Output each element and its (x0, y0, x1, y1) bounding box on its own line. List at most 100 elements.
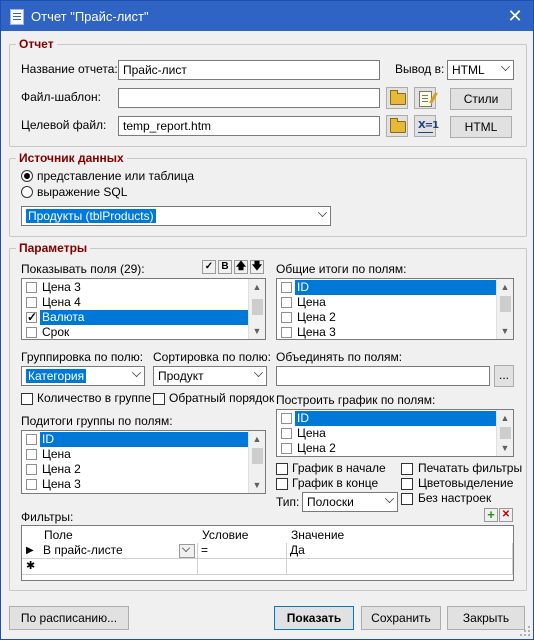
checkbox[interactable] (26, 310, 37, 325)
list-item[interactable]: Цена 2 (24, 462, 250, 477)
view-or-table-radio[interactable] (21, 170, 33, 182)
merge-by-input[interactable] (276, 366, 490, 386)
resize-grip-icon[interactable] (519, 625, 531, 637)
report-name-input[interactable]: Прайс-лист (118, 60, 380, 80)
scroll-thumb[interactable] (252, 448, 263, 464)
group-by-select[interactable]: Категория (21, 366, 145, 386)
scrollbar[interactable]: ▲ ▼ (248, 431, 265, 493)
chart-at-end-checkbox[interactable] (276, 478, 288, 490)
chart-type-select[interactable]: Полоски (302, 492, 398, 512)
checkbox[interactable] (281, 327, 292, 338)
chart-at-start-checkbox[interactable] (276, 463, 288, 475)
scroll-down-icon[interactable]: ▼ (497, 323, 513, 339)
column-header-condition[interactable]: Условие (202, 528, 248, 542)
html-button[interactable]: HTML (450, 116, 512, 138)
close-button[interactable]: Закрыть (447, 606, 525, 630)
scroll-thumb[interactable] (500, 427, 511, 439)
target-file-input[interactable]: temp_report.htm (118, 116, 380, 136)
scrollbar[interactable]: ▲ ▼ (496, 279, 513, 339)
sort-by-select[interactable]: Продукт (153, 366, 267, 386)
checkbox[interactable] (26, 449, 37, 460)
scroll-up-icon[interactable]: ▲ (497, 410, 513, 426)
new-row-icon[interactable]: ✱ (22, 559, 40, 575)
scroll-down-icon[interactable]: ▼ (497, 440, 513, 456)
scroll-up-icon[interactable]: ▲ (497, 279, 513, 295)
checkbox[interactable] (26, 464, 37, 475)
target-excel-button[interactable]: X=1 (414, 115, 439, 137)
row-selector-icon[interactable]: ▶ (22, 543, 40, 559)
chart-fields-list[interactable]: ID Цена Цена 2 ▲ ▼ (276, 409, 514, 457)
scrollbar[interactable]: ▲ ▼ (496, 410, 513, 456)
checkbox[interactable] (281, 312, 292, 323)
checkbox[interactable] (281, 297, 292, 308)
count-in-group-checkbox[interactable] (21, 393, 33, 405)
list-item[interactable]: Срок (24, 325, 250, 339)
merge-by-browse-button[interactable]: ... (494, 365, 514, 387)
target-browse-button[interactable] (386, 115, 408, 137)
show-button[interactable]: Показать (274, 606, 354, 630)
chevron-down-icon[interactable] (179, 544, 195, 558)
list-item[interactable]: Цена (279, 295, 499, 310)
new-row-field-cell[interactable] (40, 559, 198, 575)
save-button[interactable]: Сохранить (361, 606, 441, 630)
scroll-down-icon[interactable]: ▼ (249, 477, 265, 493)
new-row-condition-cell[interactable] (198, 559, 287, 575)
checkbox[interactable] (26, 434, 37, 445)
table-row-condition-cell[interactable]: = (198, 543, 287, 559)
scroll-up-icon[interactable]: ▲ (249, 431, 265, 447)
move-down-icon[interactable]: 🡇 (250, 260, 264, 274)
checkbox[interactable] (281, 413, 292, 424)
list-item[interactable]: ID (279, 411, 499, 426)
template-edit-button[interactable] (414, 87, 436, 109)
list-item[interactable]: ID (279, 280, 499, 295)
subtotals-list[interactable]: ID Цена Цена 2 Цена 3 ▲ ▼ (21, 430, 266, 494)
checkbox[interactable] (26, 297, 37, 308)
scroll-thumb[interactable] (500, 296, 511, 312)
list-item[interactable]: ID (24, 432, 252, 447)
checkbox[interactable] (281, 428, 292, 439)
print-filters-checkbox[interactable] (401, 463, 413, 475)
column-header-field[interactable]: Поле (44, 528, 73, 542)
scroll-thumb[interactable] (252, 299, 263, 315)
list-item[interactable]: Цена 2 (279, 441, 499, 456)
reverse-order-checkbox[interactable] (153, 393, 165, 405)
check-all-icon[interactable]: ✓ (202, 260, 216, 274)
filters-grid[interactable]: Поле Условие Значение ▶ В прайс-листе = … (21, 525, 514, 581)
template-input[interactable] (118, 88, 380, 108)
color-highlight-checkbox[interactable] (401, 478, 413, 490)
datasource-select[interactable]: Продукты (tblProducts) (21, 206, 331, 226)
list-item[interactable]: Цена 3 (24, 280, 250, 295)
list-item[interactable]: Валюта (24, 310, 252, 325)
no-settings-checkbox[interactable] (401, 493, 413, 505)
list-item[interactable]: Цена 3 (24, 477, 250, 492)
scroll-up-icon[interactable]: ▲ (249, 279, 265, 295)
output-select[interactable]: HTML (447, 60, 514, 80)
checkbox[interactable] (281, 443, 292, 454)
new-row-value-cell[interactable] (287, 559, 513, 575)
sql-expression-radio[interactable] (21, 186, 33, 198)
table-row-value-cell[interactable]: Да (287, 543, 513, 559)
close-icon[interactable]: ✕ (503, 4, 527, 28)
scroll-down-icon[interactable]: ▼ (249, 323, 265, 339)
table-row-field-cell[interactable]: В прайс-листе (40, 543, 198, 559)
checkbox[interactable] (26, 327, 37, 338)
column-header-value[interactable]: Значение (291, 528, 344, 542)
totals-list[interactable]: ID Цена Цена 2 Цена 3 ▲ ▼ (276, 278, 514, 340)
template-browse-button[interactable] (386, 87, 408, 109)
checkbox[interactable] (26, 282, 37, 293)
schedule-button[interactable]: По расписанию... (9, 606, 129, 630)
checkbox[interactable] (26, 479, 37, 490)
remove-filter-icon[interactable]: ✕ (499, 508, 513, 522)
checkbox[interactable] (281, 282, 292, 293)
list-item[interactable]: Цена (279, 426, 499, 441)
styles-button[interactable]: Стили (450, 88, 512, 110)
show-fields-list[interactable]: Цена 3 Цена 4 Валюта Срок ▲▼ (21, 278, 266, 340)
list-item[interactable]: Цена 2 (279, 310, 499, 325)
scrollbar[interactable]: ▲ ▼ (248, 279, 265, 339)
list-item[interactable]: Цена 4 (24, 295, 250, 310)
list-item[interactable]: Цена 3 (279, 325, 499, 339)
list-item[interactable]: Цена (24, 447, 250, 462)
add-filter-icon[interactable]: + (484, 508, 498, 522)
bold-icon[interactable]: B (218, 260, 232, 274)
move-up-icon[interactable]: 🡅 (234, 260, 248, 274)
